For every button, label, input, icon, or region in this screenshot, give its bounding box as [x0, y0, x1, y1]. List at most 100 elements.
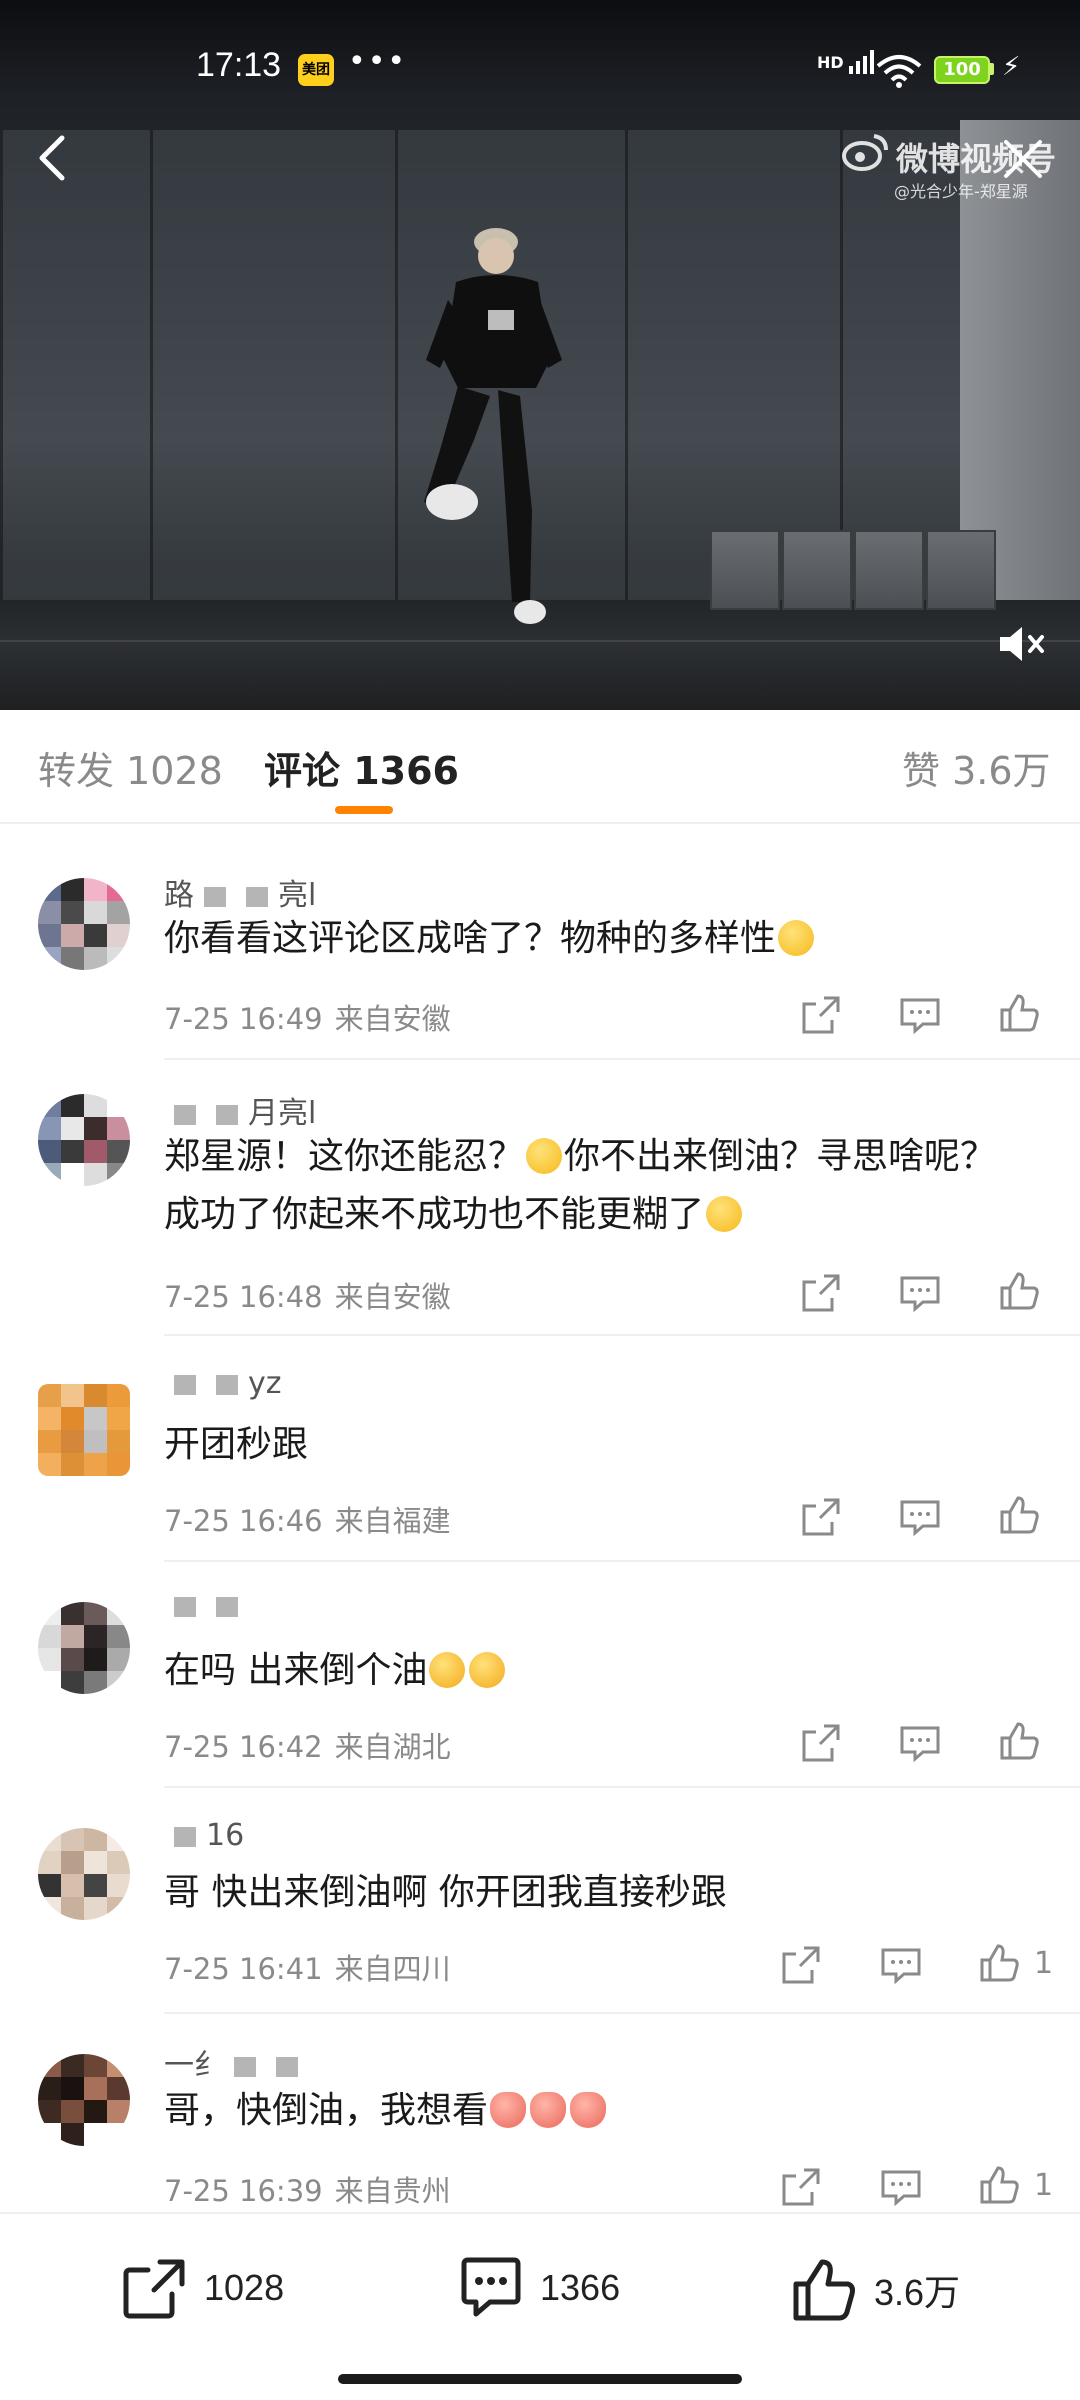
battery-tip — [990, 63, 994, 75]
redacted-name-block — [204, 886, 226, 907]
redacted-name-block — [174, 1374, 196, 1395]
mute-icon[interactable] — [996, 622, 1050, 666]
back-button[interactable] — [28, 128, 78, 188]
repost-icon — [123, 2259, 185, 2319]
pig-emoji-icon — [490, 2092, 527, 2128]
comment-text: 开团秒跟 — [164, 1424, 309, 1465]
like-icon[interactable] — [976, 1940, 1022, 1986]
comment-item: 一纟 哥，快倒油，我想看 7-25 16:39 来自贵州 1 — [0, 2030, 1080, 2210]
comment-item: 路 亮l 你看看这评论区成啥了？物种的多样性 7-25 16:49 来自安徽 — [0, 850, 1080, 1060]
username-end: 16 — [206, 1818, 245, 1853]
comment-username[interactable]: 路 亮l — [164, 870, 316, 914]
avatar[interactable] — [38, 1602, 130, 1694]
reply-icon[interactable] — [897, 1494, 943, 1540]
comment-text-body: 在吗 出来倒个油 — [164, 1650, 428, 1691]
battery-icon: 100 — [934, 56, 990, 84]
tab-likes[interactable]: 赞 3.6万 — [902, 740, 1051, 795]
comment-location: 来自贵州 — [334, 2174, 451, 2208]
comment-text: 你看看这评论区成啥了？物种的多样性 — [164, 910, 1014, 968]
divider — [164, 1334, 1080, 1336]
close-icon[interactable] — [1002, 138, 1044, 180]
reply-icon[interactable] — [878, 1942, 924, 1988]
video-watermark-author: @光合少年-郑星源 — [894, 182, 1028, 201]
comment-time: 7-25 16:42 — [164, 1730, 323, 1764]
comment-button[interactable]: 1366 — [456, 2256, 620, 2320]
comment-icon — [461, 2257, 521, 2317]
redacted-name-block — [216, 1374, 238, 1395]
crying-emoji-icon — [429, 1652, 466, 1688]
like-icon[interactable] — [996, 1492, 1042, 1538]
comment-time: 7-25 16:48 — [164, 1280, 323, 1314]
share-icon[interactable] — [798, 1494, 844, 1540]
repost-button[interactable]: 1028 — [120, 2256, 284, 2320]
dancer-figure — [424, 228, 562, 624]
comment-text-body: 你看看这评论区成啥了？物种的多样性 — [164, 918, 777, 959]
tab-comments[interactable]: 评论 1366 — [264, 740, 459, 795]
comment-username[interactable]: 月亮l — [164, 1088, 316, 1132]
share-icon[interactable] — [778, 2164, 824, 2210]
like-count-total: 3.6万 — [874, 2272, 961, 2313]
signal-bars-icon — [849, 50, 875, 74]
active-tab-indicator — [335, 806, 393, 814]
redacted-name-block — [174, 1826, 196, 1847]
share-icon[interactable] — [798, 1720, 844, 1766]
like-count: 1 — [1034, 1946, 1054, 1981]
share-icon[interactable] — [798, 992, 844, 1038]
comment-text-body: 哥，快倒油，我想看 — [164, 2090, 489, 2131]
divider — [164, 2012, 1080, 2014]
comment-meta: 7-25 16:48 来自安徽 — [164, 1274, 451, 1316]
redacted-name-block — [216, 1596, 238, 1617]
like-count: 1 — [1034, 2168, 1054, 2203]
avatar[interactable] — [38, 1828, 130, 1920]
divider — [164, 1560, 1080, 1562]
comment-username[interactable]: 16 — [164, 1818, 244, 1853]
reply-icon[interactable] — [878, 2164, 924, 2210]
share-icon[interactable] — [798, 1270, 844, 1316]
reply-icon[interactable] — [897, 992, 943, 1038]
comment-time: 7-25 16:49 — [164, 1002, 323, 1036]
share-icon[interactable] — [778, 1942, 824, 1988]
divider — [164, 1058, 1080, 1060]
comment-count: 1366 — [540, 2267, 621, 2308]
stool — [782, 530, 852, 610]
comment-username[interactable]: yz — [164, 1366, 282, 1401]
stool — [854, 530, 924, 610]
like-icon[interactable] — [976, 2162, 1022, 2208]
comment-location: 来自湖北 — [334, 1730, 451, 1764]
comment-text: 郑星源！这你还能忍？ 你不出来倒油？寻思啥呢？成功了你起来不成功也不能更糊了 — [164, 1128, 1014, 1244]
thinking-emoji-icon — [778, 920, 815, 956]
bottom-action-bar: 1028 1366 3.6万 — [0, 2212, 1080, 2400]
repost-count: 1028 — [204, 2267, 285, 2308]
comment-item: 16 哥 快出来倒油啊 你开团我直接秒跟 7-25 16:41 来自四川 1 — [0, 1804, 1080, 2014]
like-icon[interactable] — [996, 1268, 1042, 1314]
avatar[interactable] — [38, 2054, 130, 2146]
redacted-name-block — [174, 1596, 196, 1617]
redacted-name-block — [246, 886, 268, 907]
avatar[interactable] — [38, 1094, 130, 1186]
comment-text-part: 郑星源！这你还能忍？ — [164, 1136, 525, 1177]
like-button[interactable]: 3.6万 — [790, 2256, 960, 2324]
thinking-emoji-icon — [706, 1196, 743, 1232]
comment-item: 在吗 出来倒个油 7-25 16:42 来自湖北 — [0, 1578, 1080, 1788]
comment-meta: 7-25 16:41 来自四川 — [164, 1946, 451, 1988]
comment-location: 来自安徽 — [334, 1002, 451, 1036]
wall-panel — [0, 130, 150, 600]
comment-text: 在吗 出来倒个油 — [164, 1642, 1014, 1700]
video-player[interactable]: 17:13 美团 ••• HD 100 ⚡ 微博视频号 @光合少年-郑星源 — [0, 0, 1080, 710]
avatar[interactable] — [38, 1384, 130, 1476]
comment-username[interactable]: 一纟 — [164, 2040, 308, 2084]
tab-repost[interactable]: 转发 1028 — [38, 740, 223, 795]
redacted-name-block — [174, 1104, 196, 1125]
username-end: yz — [248, 1366, 282, 1401]
like-icon[interactable] — [996, 990, 1042, 1036]
reply-icon[interactable] — [897, 1270, 943, 1316]
home-indicator[interactable] — [338, 2374, 742, 2384]
reply-icon[interactable] — [897, 1720, 943, 1766]
redacted-name-block — [234, 2056, 256, 2077]
pig-emoji-icon — [570, 2092, 607, 2128]
comment-username[interactable] — [164, 1588, 248, 1623]
like-icon[interactable] — [996, 1718, 1042, 1764]
stool — [926, 530, 996, 610]
redacted-name-block — [276, 2056, 298, 2077]
avatar[interactable] — [38, 878, 130, 970]
